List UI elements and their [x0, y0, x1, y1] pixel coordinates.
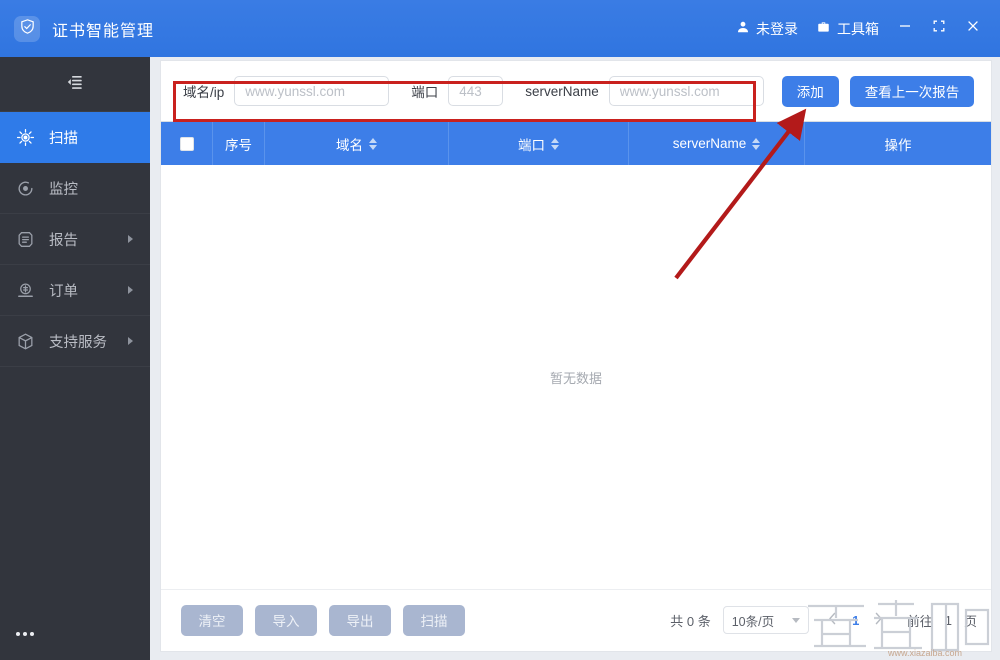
toolbox-label: 工具箱	[837, 19, 879, 39]
table-footer: 清空 导入 导出 扫描 共 0 条 10条/页 1	[161, 590, 991, 650]
jump-suffix-label: 页	[964, 611, 977, 630]
minimize-icon	[898, 19, 912, 38]
title-bar-actions: 未登录 工具箱	[727, 0, 1000, 57]
app-title: 证书智能管理	[52, 17, 154, 41]
close-button[interactable]	[956, 0, 990, 57]
main-content: 域名/ip 端口 serverName 添加 查看上一次报告 序号 域名	[160, 60, 992, 652]
more-dots-icon	[30, 632, 34, 636]
clear-button[interactable]: 清空	[181, 605, 243, 636]
sort-icon[interactable]	[369, 138, 377, 150]
column-label: 序号	[225, 134, 252, 154]
chevron-left-icon	[828, 612, 837, 628]
menu-fold-icon	[65, 73, 85, 96]
export-button[interactable]: 导出	[329, 605, 391, 636]
domain-input[interactable]	[234, 76, 389, 106]
add-button[interactable]: 添加	[782, 76, 839, 107]
jump-prefix-label: 前往	[907, 611, 933, 630]
sidebar-item-label: 订单	[49, 280, 78, 301]
chevron-right-icon	[874, 612, 883, 628]
toolbox-icon	[816, 20, 831, 37]
column-servername[interactable]: serverName	[629, 122, 805, 165]
report-document-icon	[14, 228, 36, 250]
toolbox-button[interactable]: 工具箱	[807, 0, 888, 57]
chevron-right-icon	[128, 337, 133, 345]
monitor-circle-icon	[14, 177, 36, 199]
radar-scan-icon	[14, 126, 36, 148]
sidebar-item-support[interactable]: 支持服务	[0, 316, 150, 367]
maximize-button[interactable]	[922, 0, 956, 57]
servername-label: serverName	[525, 84, 599, 99]
column-label: serverName	[673, 136, 747, 151]
table-header: 序号 域名 端口 serverName 操作	[161, 121, 991, 165]
port-label: 端口	[411, 81, 438, 101]
column-domain[interactable]: 域名	[265, 122, 449, 165]
chevron-right-icon	[128, 235, 133, 243]
sidebar-item-scan[interactable]: 扫描	[0, 112, 150, 163]
sidebar: 扫描 监控 报告	[0, 57, 150, 660]
scan-button[interactable]: 扫描	[403, 605, 465, 636]
sidebar-item-report[interactable]: 报告	[0, 214, 150, 265]
app-logo	[14, 16, 40, 42]
table-body: 暂无数据	[161, 165, 991, 590]
column-label: 端口	[518, 134, 545, 154]
prev-page-button[interactable]	[821, 607, 845, 633]
sidebar-item-label: 监控	[49, 178, 78, 199]
pagination: 共 0 条 10条/页 1	[670, 606, 977, 634]
column-port[interactable]: 端口	[449, 122, 629, 165]
sort-icon[interactable]	[752, 138, 760, 150]
chevron-right-icon	[128, 286, 133, 294]
servername-input[interactable]	[609, 76, 764, 106]
jump-page-input[interactable]: 1	[945, 613, 952, 628]
shield-check-icon	[19, 18, 36, 40]
checkbox-icon[interactable]	[180, 137, 194, 151]
column-label: 操作	[885, 134, 912, 154]
scan-form: 域名/ip 端口 serverName 添加 查看上一次报告	[161, 61, 991, 121]
column-label: 域名	[336, 134, 363, 154]
next-page-button[interactable]	[867, 607, 891, 633]
user-login-button[interactable]: 未登录	[727, 0, 807, 57]
page-size-select[interactable]: 10条/页	[723, 606, 809, 634]
sidebar-item-label: 报告	[49, 229, 78, 250]
page-jump: 前往 1 页	[907, 611, 977, 630]
sidebar-item-order[interactable]: 订单	[0, 265, 150, 316]
title-bar: 证书智能管理 未登录 工具箱	[0, 0, 1000, 57]
minimize-button[interactable]	[888, 0, 922, 57]
maximize-icon	[932, 19, 946, 38]
page-size-value: 10条/页	[732, 611, 774, 630]
user-login-label: 未登录	[756, 19, 798, 39]
empty-state-text: 暂无数据	[550, 368, 602, 387]
more-dots-icon	[23, 632, 27, 636]
column-index: 序号	[213, 122, 265, 165]
view-last-report-button[interactable]: 查看上一次报告	[850, 76, 975, 107]
chevron-down-icon	[792, 618, 800, 623]
sidebar-more-button[interactable]	[0, 608, 50, 660]
total-count-label: 共 0 条	[670, 611, 710, 630]
more-dots-icon	[16, 632, 20, 636]
close-icon	[966, 19, 980, 38]
user-icon	[736, 20, 750, 37]
select-all-cell[interactable]	[161, 122, 213, 165]
port-input[interactable]	[448, 76, 503, 106]
order-stamp-icon	[14, 279, 36, 301]
page-number-1[interactable]: 1	[845, 613, 867, 628]
sidebar-collapse-button[interactable]	[0, 57, 150, 112]
sort-icon[interactable]	[551, 138, 559, 150]
sidebar-item-label: 扫描	[49, 127, 78, 148]
domain-label: 域名/ip	[183, 81, 224, 101]
sidebar-item-label: 支持服务	[49, 331, 107, 352]
import-button[interactable]: 导入	[255, 605, 317, 636]
support-cube-icon	[14, 330, 36, 352]
app-window: 证书智能管理 未登录 工具箱	[0, 0, 1000, 660]
column-operation: 操作	[805, 122, 991, 165]
sidebar-item-monitor[interactable]: 监控	[0, 163, 150, 214]
